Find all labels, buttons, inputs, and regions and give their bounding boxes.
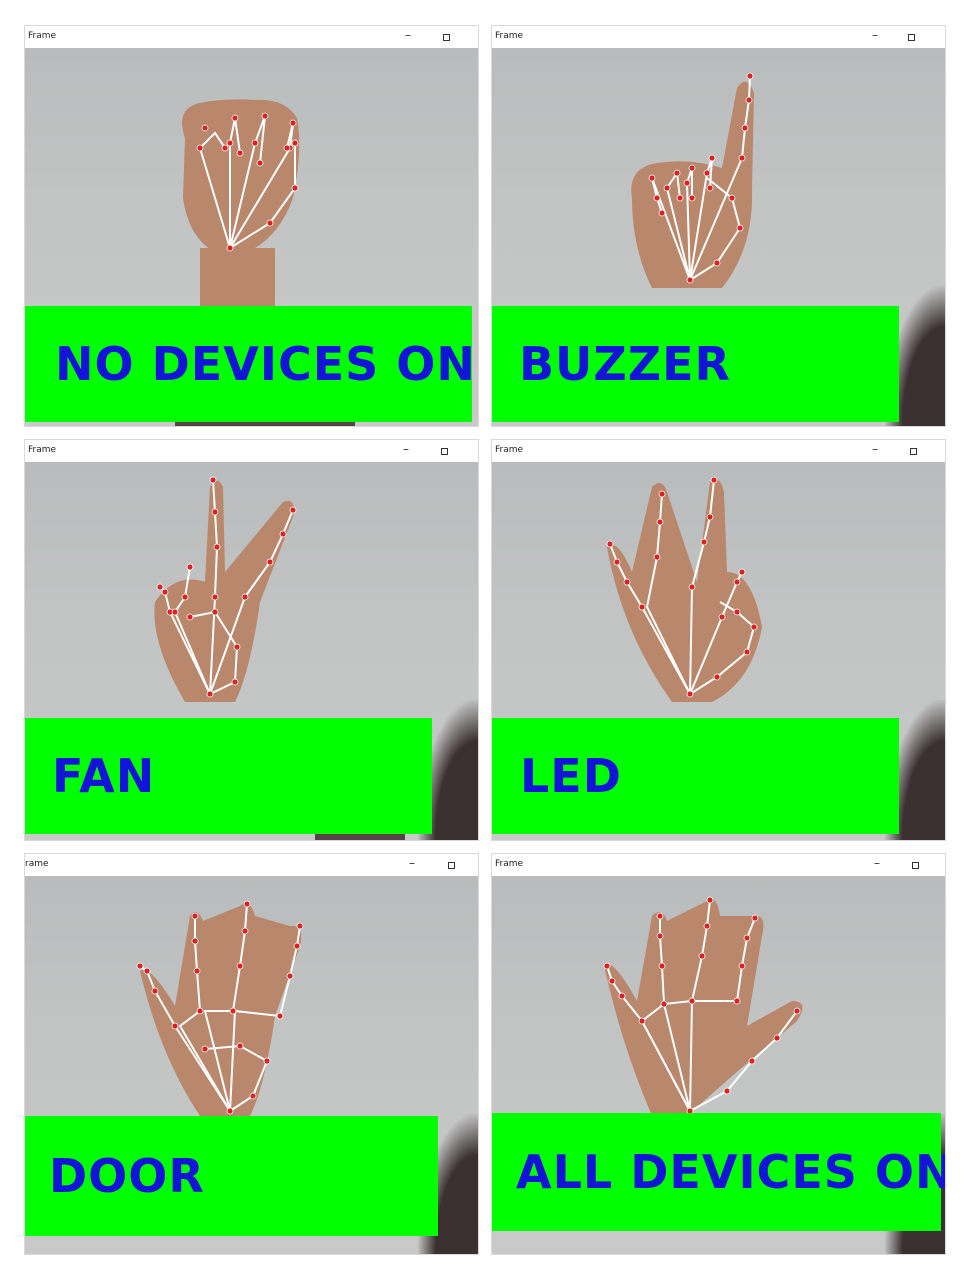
- window-titlebar[interactable]: Frame –: [25, 440, 478, 462]
- gesture-label: LED: [520, 749, 622, 803]
- gesture-banner: FAN: [25, 718, 432, 834]
- camera-frame: LED: [492, 462, 945, 840]
- gesture-label: FAN: [52, 749, 156, 803]
- frame-window-buzzer: Frame – BUZZER: [491, 25, 946, 427]
- window-titlebar[interactable]: Frame –: [492, 440, 945, 462]
- frame-window-all-devices: Frame – ALL DEVICES ON: [491, 853, 946, 1255]
- window-titlebar[interactable]: Frame –: [25, 26, 478, 48]
- window-title: Frame: [495, 445, 524, 455]
- camera-frame: BUZZER: [492, 48, 945, 426]
- minimize-button[interactable]: –: [872, 443, 878, 455]
- window-titlebar[interactable]: Frame –: [492, 854, 945, 876]
- maximize-button[interactable]: [908, 34, 915, 41]
- window-title: rame: [25, 859, 49, 869]
- gesture-banner: LED: [492, 718, 899, 834]
- minimize-button[interactable]: –: [405, 29, 411, 41]
- window-title: Frame: [495, 859, 524, 869]
- gesture-label: BUZZER: [519, 337, 731, 391]
- gesture-banner: ALL DEVICES ON: [492, 1113, 945, 1231]
- window-titlebar[interactable]: rame –: [25, 854, 478, 876]
- minimize-button[interactable]: –: [403, 443, 409, 455]
- minimize-button[interactable]: –: [874, 857, 880, 869]
- camera-frame: ALL DEVICES ON: [492, 876, 945, 1254]
- camera-frame: NO DEVICES ON: [25, 48, 478, 426]
- minimize-button[interactable]: –: [409, 857, 415, 869]
- window-title: Frame: [28, 445, 57, 455]
- frame-window-no-devices: Frame – NO DEVICES ON: [24, 25, 479, 427]
- frame-window-led: Frame – LED: [491, 439, 946, 841]
- camera-frame: DOOR: [25, 876, 478, 1254]
- frame-window-fan: Frame – FAN: [24, 439, 479, 841]
- frame-window-door: rame – DOOR: [24, 853, 479, 1255]
- gesture-banner: BUZZER: [492, 306, 899, 422]
- camera-frame: FAN: [25, 462, 478, 840]
- minimize-button[interactable]: –: [872, 29, 878, 41]
- window-titlebar[interactable]: Frame –: [492, 26, 945, 48]
- maximize-button[interactable]: [441, 448, 448, 455]
- maximize-button[interactable]: [912, 862, 919, 869]
- gesture-label: NO DEVICES ON: [55, 337, 476, 391]
- maximize-button[interactable]: [910, 448, 917, 455]
- window-title: Frame: [495, 31, 524, 41]
- maximize-button[interactable]: [448, 862, 455, 869]
- gesture-label: DOOR: [49, 1149, 205, 1203]
- gesture-label: ALL DEVICES ON: [516, 1145, 945, 1199]
- gesture-banner: NO DEVICES ON: [25, 306, 476, 422]
- gesture-banner: DOOR: [25, 1116, 438, 1236]
- window-title: Frame: [28, 31, 57, 41]
- maximize-button[interactable]: [443, 34, 450, 41]
